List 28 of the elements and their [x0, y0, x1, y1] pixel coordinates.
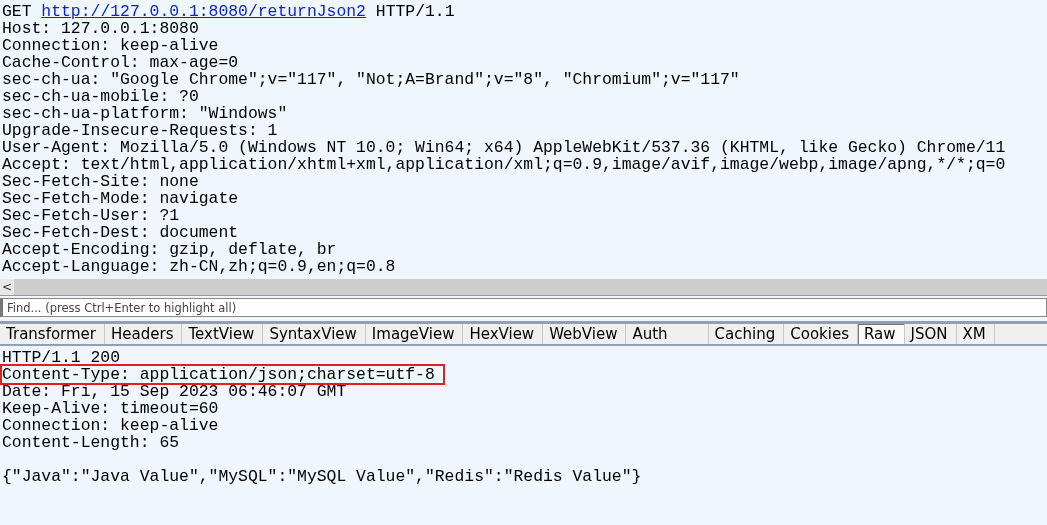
header-line: Sec-Fetch-Mode: navigate: [2, 190, 240, 207]
response-line: Content-Length: 65: [2, 433, 180, 451]
header-line: Host: 127.0.0.1:8080: [2, 20, 200, 37]
header-line: Sec-Fetch-Site: none: [2, 173, 200, 190]
response-line: Connection: keep-alive: [2, 416, 219, 434]
response-line: Keep-Alive: timeout=60: [2, 399, 219, 417]
header-line: Sec-Fetch-User: ?1: [2, 207, 181, 224]
header-line: sec-ch-ua-platform: "Windows": [2, 105, 289, 122]
header-line: Accept-Language: zh-CN,zh;q=0.9,en;q=0.8: [2, 258, 397, 275]
horizontal-scrollbar[interactable]: <: [0, 279, 1047, 297]
header-line: sec-ch-ua-mobile: ?0: [2, 88, 200, 105]
header-line: sec-ch-ua: "Google Chrome";v="117", "Not;A=Brand";v="8", "Chromium";v="117": [2, 71, 741, 88]
header-line: User-Agent: Mozilla/5.0 (Windows NT 10.0; Win64; x64) AppleWebKit/537.36 (KHTML, like Gecko) Chrome/11: [2, 139, 1007, 156]
response-line: Content-Type: application/json;charset=utf-8: [2, 365, 443, 383]
response-line: HTTP/1.1 200: [2, 348, 121, 366]
header-line: Sec-Fetch-Dest: document: [2, 224, 240, 241]
url-link[interactable]: http://127.0.0.1:8080/returnJson2: [41, 2, 366, 21]
request-line: GET http://127.0.0.1:8080/returnJson2 HTTP/1.1: [2, 3, 456, 20]
response-body: {"Java":"Java Value","MySQL":"MySQL Value","Redis":"Redis Value"}: [2, 467, 643, 485]
scroll-left-button[interactable]: <: [0, 279, 14, 296]
header-line: Connection: keep-alive: [2, 37, 220, 54]
header-line: Upgrade-Insecure-Requests: 1: [2, 122, 279, 139]
view-tab[interactable]: Raw: [857, 324, 905, 344]
find-field[interactable]: Find... (press Ctrl+Enter to highlight all): [0, 298, 1047, 317]
header-line: Accept-Encoding: gzip, deflate, br: [2, 241, 338, 258]
header-line: Accept: text/html,application/xhtml+xml,application/xml;q=0.9,image/avif,image/webp,image/apng,*/*;q=0: [2, 156, 1007, 173]
header-line: Cache-Control: max-age=0: [2, 54, 240, 71]
response-line: Date: Fri, 15 Sep 2023 06:46:07 GMT: [2, 382, 347, 400]
